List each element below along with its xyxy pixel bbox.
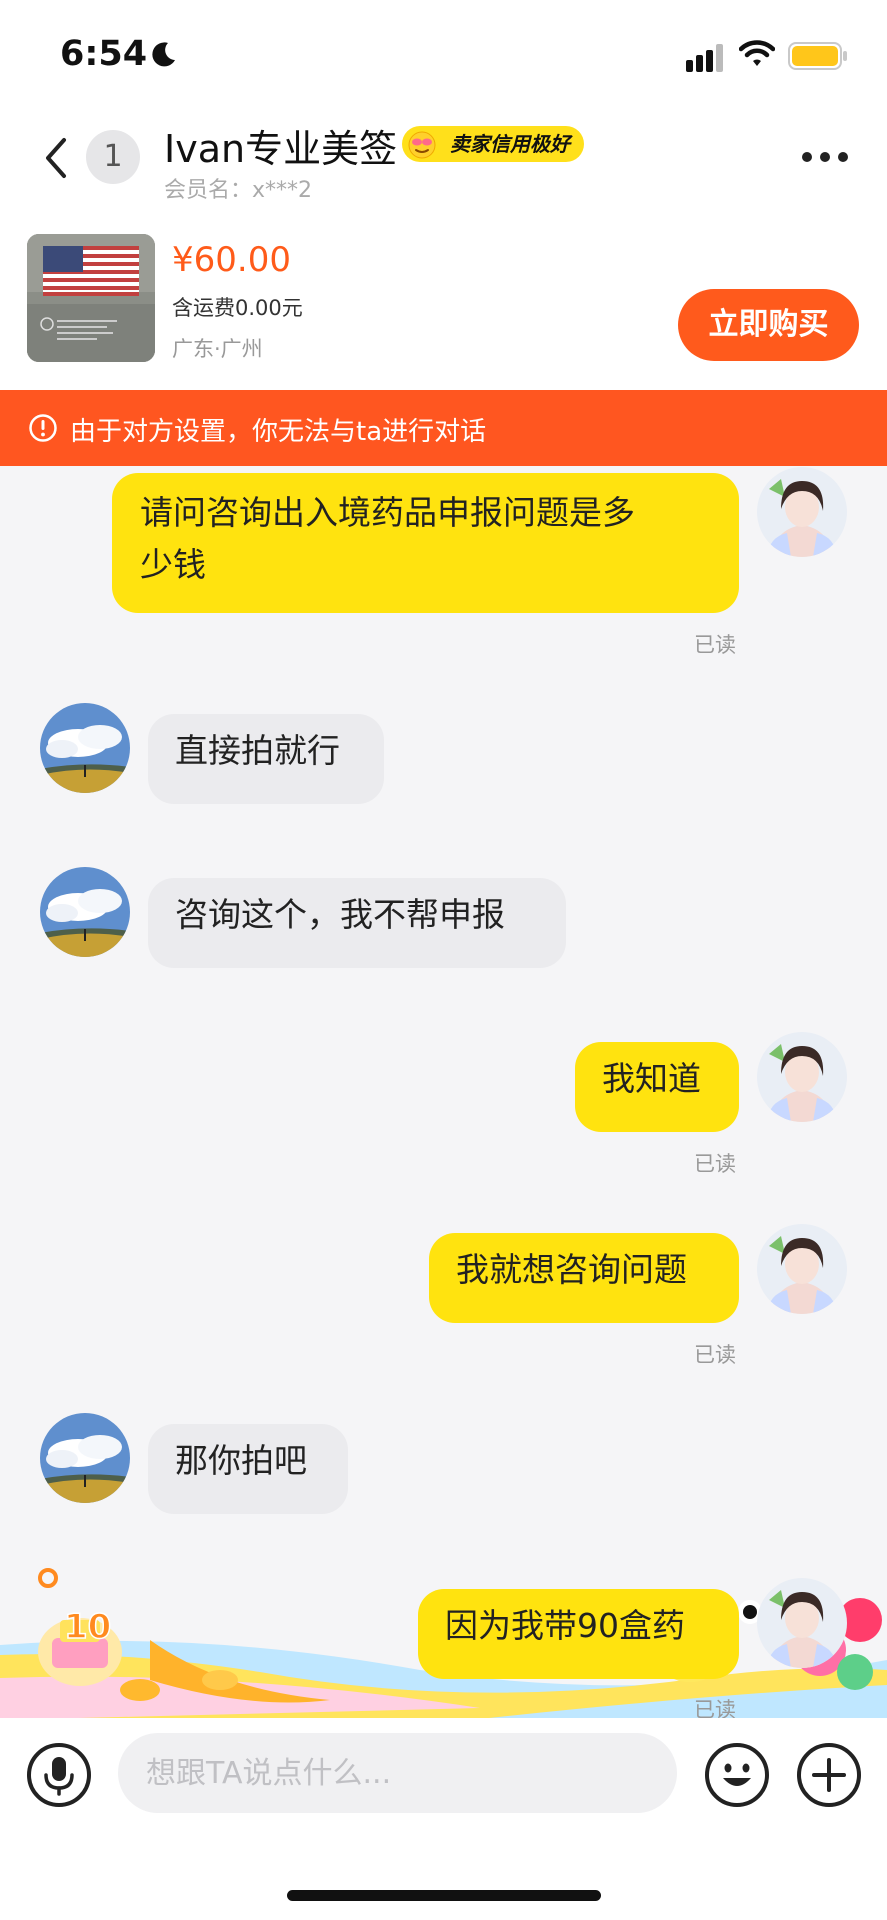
read-receipt: 已读 — [694, 633, 736, 657]
microphone-icon[interactable] — [26, 1742, 92, 1808]
warning-text: 由于对方设置，你无法与ta进行对话 — [70, 417, 487, 447]
emoji-icon[interactable] — [704, 1742, 770, 1808]
shipping-fee: 含运费0.00元 — [172, 296, 303, 320]
product-location: 广东·广州 — [172, 337, 263, 361]
my-avatar[interactable] — [757, 1578, 847, 1668]
message-line: 少钱 — [140, 545, 206, 584]
more-icon[interactable] — [800, 150, 850, 164]
contact-message-bubble[interactable]: 咨询这个，我不帮申报 — [148, 878, 566, 968]
my-avatar[interactable] — [757, 1224, 847, 1314]
read-receipt: 已读 — [694, 1152, 736, 1176]
read-receipt: 已读 — [694, 1343, 736, 1367]
chat-title: Ivan专业美签 — [164, 127, 398, 171]
contact-message-bubble[interactable]: 那你拍吧 — [148, 1424, 348, 1514]
home-indicator — [287, 1890, 601, 1901]
contact-message-bubble[interactable]: 直接拍就行 — [148, 714, 384, 804]
member-name: 会员名：x***2 — [164, 178, 313, 203]
moon-icon — [152, 42, 175, 67]
my-avatar[interactable] — [757, 467, 847, 557]
contact-avatar[interactable] — [40, 1413, 130, 1503]
wifi-icon — [739, 40, 775, 66]
message-line: 请问咨询出入境药品申报问题是多 — [140, 493, 635, 532]
battery-icon — [788, 42, 847, 70]
product-price: ¥60.00 — [172, 240, 291, 280]
buy-now-button[interactable]: 立即购买 — [678, 289, 859, 361]
my-message-bubble[interactable]: 请问咨询出入境药品申报问题是多 少钱 — [112, 473, 739, 613]
my-message-bubble[interactable]: 我知道 — [575, 1042, 739, 1132]
message-input[interactable] — [118, 1733, 677, 1813]
my-message-bubble[interactable]: 因为我带90盒药 — [418, 1589, 739, 1679]
my-message-bubble[interactable]: 我就想咨询问题 — [429, 1233, 739, 1323]
contact-avatar[interactable] — [40, 867, 130, 957]
product-thumbnail[interactable] — [27, 234, 155, 362]
flag-photo — [27, 234, 155, 362]
warning-icon — [29, 414, 57, 442]
back-icon[interactable] — [38, 128, 78, 188]
unread-count-badge[interactable]: 1 — [86, 130, 140, 184]
decoration-number: 10 — [64, 1607, 111, 1647]
status-time: 6:54 — [60, 34, 148, 74]
plus-icon[interactable] — [796, 1742, 862, 1808]
contact-avatar[interactable] — [40, 703, 130, 793]
cool-face-icon — [408, 131, 436, 159]
signal-icon — [686, 44, 723, 72]
my-avatar[interactable] — [757, 1032, 847, 1122]
